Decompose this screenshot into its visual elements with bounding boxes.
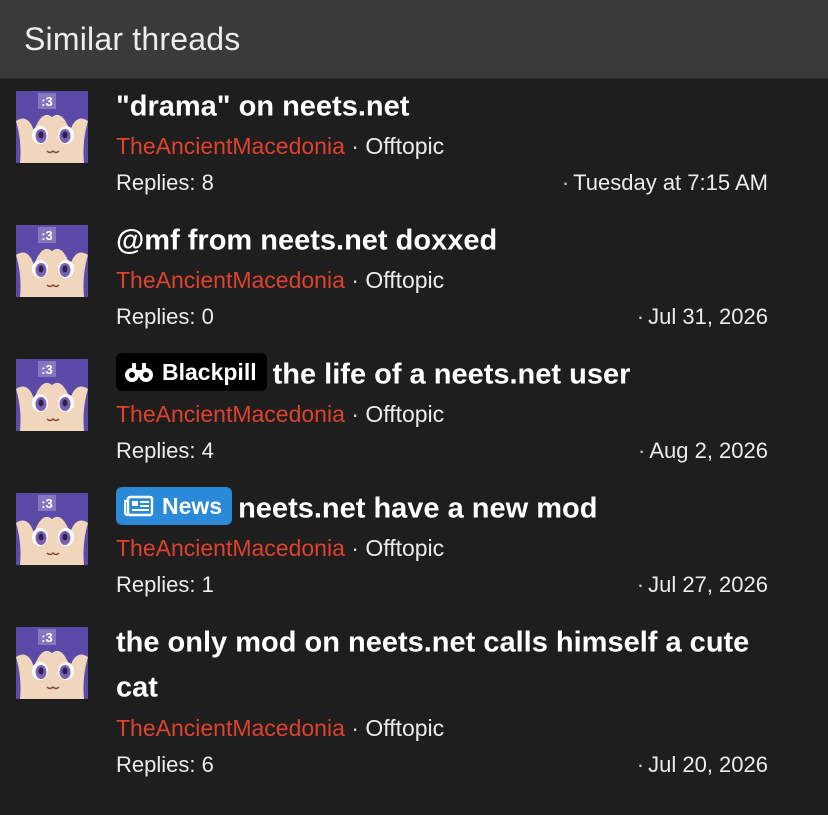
thread-replies: Replies: 8 bbox=[116, 170, 214, 196]
prefix-text: Blackpill bbox=[162, 359, 257, 386]
thread-content: @mf from neets.net doxxed TheAncientMace… bbox=[116, 224, 768, 332]
thread-forum-link[interactable]: Offtopic bbox=[365, 267, 444, 293]
thread-stats: Replies: 4 · Aug 2, 2026 bbox=[116, 436, 768, 466]
thread-author-link[interactable]: TheAncientMacedonia bbox=[116, 715, 345, 741]
thread-author-link[interactable]: TheAncientMacedonia bbox=[116, 267, 345, 293]
thread-forum-link[interactable]: Offtopic bbox=[365, 401, 444, 427]
thread-title[interactable]: "drama" on neets.net bbox=[116, 90, 409, 122]
thread-author-link[interactable]: TheAncientMacedonia bbox=[116, 133, 345, 159]
block-title: Similar threads bbox=[24, 20, 241, 57]
thread-author-link[interactable]: TheAncientMacedonia bbox=[116, 535, 345, 561]
thread-date[interactable]: · Jul 27, 2026 bbox=[637, 570, 768, 600]
meta-separator: · bbox=[351, 535, 359, 562]
thread-stats: Replies: 1 · Jul 27, 2026 bbox=[116, 570, 768, 600]
thread-date[interactable]: · Aug 2, 2026 bbox=[638, 436, 768, 466]
thread-title-link[interactable]: News neets.net have a new mod bbox=[116, 485, 768, 530]
prefix-label-news[interactable]: News bbox=[116, 487, 233, 526]
thread-replies: Replies: 0 bbox=[116, 304, 214, 330]
thread-meta: TheAncientMacedonia · Offtopic bbox=[116, 399, 768, 429]
thread-meta: TheAncientMacedonia · Offtopic bbox=[116, 131, 768, 161]
thread-stats: Replies: 0 · Jul 31, 2026 bbox=[116, 302, 768, 332]
avatar-label: :3 bbox=[41, 94, 53, 109]
thread-forum-link[interactable]: Offtopic bbox=[365, 715, 444, 741]
avatar[interactable]: :3 bbox=[16, 91, 88, 163]
block-header: Similar threads bbox=[0, 0, 828, 79]
newspaper-icon bbox=[124, 495, 154, 517]
thread-replies: Replies: 6 bbox=[116, 751, 214, 777]
binoculars-icon bbox=[124, 361, 154, 383]
thread-title[interactable]: neets.net have a new mod bbox=[238, 492, 597, 524]
similar-threads-block: Similar threads :3 "drama" on neets.net … bbox=[0, 0, 828, 815]
thread-forum-link[interactable]: Offtopic bbox=[365, 133, 444, 159]
thread-title[interactable]: the only mod on neets.net calls himself … bbox=[116, 626, 749, 703]
thread-title-link[interactable]: the only mod on neets.net calls himself … bbox=[116, 619, 768, 710]
thread-content: "drama" on neets.net TheAncientMacedonia… bbox=[116, 90, 768, 198]
thread-author-link[interactable]: TheAncientMacedonia bbox=[116, 401, 345, 427]
meta-separator: · bbox=[351, 401, 359, 428]
thread-date[interactable]: · Tuesday at 7:15 AM bbox=[562, 168, 768, 198]
avatar-label: :3 bbox=[41, 362, 53, 377]
thread-replies: Replies: 4 bbox=[116, 438, 214, 464]
meta-separator: · bbox=[351, 267, 359, 294]
avatar[interactable]: :3 bbox=[16, 359, 88, 431]
thread-title[interactable]: the life of a neets.net user bbox=[273, 358, 631, 390]
thread-forum-link[interactable]: Offtopic bbox=[365, 535, 444, 561]
thread-content: the only mod on neets.net calls himself … bbox=[116, 626, 768, 780]
avatar[interactable]: :3 bbox=[16, 493, 88, 565]
thread-date[interactable]: · Jul 20, 2026 bbox=[637, 750, 768, 780]
thread-meta: TheAncientMacedonia · Offtopic bbox=[116, 713, 768, 743]
thread-title-link[interactable]: Blackpill the life of a neets.net user bbox=[116, 351, 768, 396]
avatar[interactable]: :3 bbox=[16, 627, 88, 699]
prefix-label-blackpill[interactable]: Blackpill bbox=[116, 353, 267, 392]
thread-title-link[interactable]: @mf from neets.net doxxed bbox=[116, 217, 768, 262]
prefix-text: News bbox=[162, 493, 223, 520]
thread-meta: TheAncientMacedonia · Offtopic bbox=[116, 265, 768, 295]
thread-content: Blackpill the life of a neets.net user T… bbox=[116, 353, 768, 466]
avatar-label: :3 bbox=[41, 630, 53, 645]
thread-replies: Replies: 1 bbox=[116, 572, 214, 598]
avatar-label: :3 bbox=[41, 496, 53, 511]
thread-content: News neets.net have a new mod TheAncient… bbox=[116, 487, 768, 600]
meta-separator: · bbox=[351, 133, 359, 160]
avatar[interactable]: :3 bbox=[16, 225, 88, 297]
avatar-label: :3 bbox=[41, 228, 53, 243]
thread-title-link[interactable]: "drama" on neets.net bbox=[116, 83, 768, 128]
thread-stats: Replies: 6 · Jul 20, 2026 bbox=[116, 750, 768, 780]
thread-stats: Replies: 8 · Tuesday at 7:15 AM bbox=[116, 168, 768, 198]
meta-separator: · bbox=[351, 714, 359, 741]
thread-date[interactable]: · Jul 31, 2026 bbox=[637, 302, 768, 332]
thread-title[interactable]: @mf from neets.net doxxed bbox=[116, 224, 497, 256]
thread-meta: TheAncientMacedonia · Offtopic bbox=[116, 533, 768, 563]
